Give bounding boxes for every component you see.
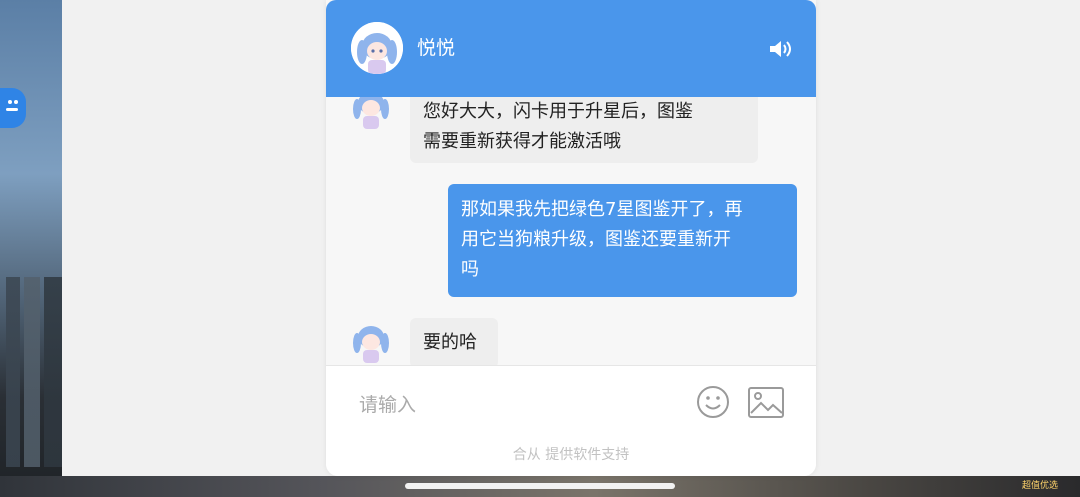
city-buildings: [0, 277, 62, 467]
message-list[interactable]: 您好大大，闪卡用于升星后，图鉴 需要重新获得才能激活哦 那如果我先把绿色7星图鉴…: [326, 97, 816, 365]
message-input[interactable]: [359, 390, 679, 420]
emoji-icon[interactable]: [696, 385, 730, 419]
message-line: 您好大大，闪卡用于升星后，图鉴: [423, 101, 693, 122]
game-background-left: [0, 0, 62, 497]
agent-message-2: 要的哈: [410, 318, 498, 365]
agent-message-1: 您好大大，闪卡用于升星后，图鉴 需要重新获得才能激活哦: [410, 97, 758, 163]
footer-text: 合从 提供软件支持: [512, 447, 630, 463]
home-indicator[interactable]: [405, 483, 675, 489]
message-composer: 合从 提供软件支持: [326, 365, 816, 476]
speaker-icon[interactable]: [768, 38, 794, 60]
chat-panel: 悦悦 您好大大，闪卡用于升星后，图鉴 需要重新获得才能激活哦 那如果我先把绿色7…: [326, 0, 816, 476]
game-promo-label: 超值优选: [1022, 478, 1058, 491]
message-line: 用它当狗粮升级，图鉴还要重新开: [461, 229, 731, 250]
message-line: 要的哈: [423, 332, 477, 353]
message-line: 吗: [461, 259, 479, 280]
image-upload-icon[interactable]: [748, 387, 784, 418]
agent-avatar: [348, 97, 394, 131]
game-promo-text: 超值优选: [1021, 481, 1058, 491]
agent-avatar-large: [351, 22, 403, 74]
message-line: 需要重新获得才能激活哦: [423, 131, 621, 152]
chat-title: 悦悦: [417, 37, 456, 59]
user-message-1: 那如果我先把绿色7星图鉴开了，再 用它当狗粮升级，图鉴还要重新开 吗: [448, 184, 797, 297]
game-controller-button[interactable]: [0, 88, 26, 128]
chat-header: 悦悦: [326, 0, 816, 97]
agent-avatar: [348, 319, 394, 365]
message-line: 那如果我先把绿色7星图鉴开了，再: [461, 199, 743, 220]
